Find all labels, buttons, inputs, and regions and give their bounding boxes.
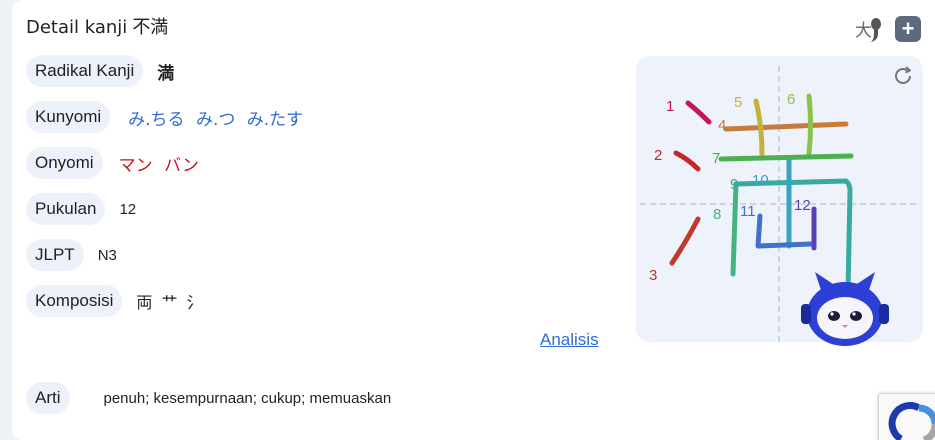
composition-value: 両 艹 氵 bbox=[136, 293, 205, 312]
title-prefix: Detail kanji bbox=[26, 17, 128, 38]
stroke-number-2: 2 bbox=[654, 147, 662, 164]
kunyomi-label: Kunyomi bbox=[26, 101, 111, 133]
stroke-number-8: 8 bbox=[713, 206, 721, 223]
meaning-value: penuh; kesempurnaan; cukup; memuaskan bbox=[103, 389, 392, 407]
stroke-number-4: 4 bbox=[718, 117, 726, 134]
radical-value: 満 bbox=[157, 63, 175, 84]
title-kanji: 不満 bbox=[132, 17, 169, 38]
stroke-number-11: 11 bbox=[740, 203, 756, 220]
replay-icon[interactable] bbox=[891, 64, 915, 88]
add-button[interactable]: + bbox=[895, 16, 921, 42]
strokes-row: Pukulan 12 bbox=[26, 193, 136, 225]
stroke-numbers: 1 2 3 4 5 6 7 8 9 10 11 12 bbox=[649, 91, 811, 284]
recaptcha-icon bbox=[888, 402, 935, 440]
radical-label: Radikal Kanji bbox=[26, 55, 144, 87]
strokes-value: 12 bbox=[119, 200, 137, 218]
page-title: Detail kanji 不満 bbox=[26, 13, 168, 39]
meaning-label: Arti bbox=[26, 382, 70, 414]
robot-mascot-icon[interactable] bbox=[799, 270, 891, 348]
stroke-number-1: 1 bbox=[666, 98, 674, 115]
stroke-number-9: 9 bbox=[730, 176, 738, 193]
jlpt-label: JLPT bbox=[26, 239, 84, 271]
composition-label: Komposisi bbox=[26, 285, 123, 317]
onyomi-label: Onyomi bbox=[26, 147, 103, 179]
strokes-label: Pukulan bbox=[26, 193, 106, 225]
stroke-number-6: 6 bbox=[787, 91, 795, 108]
top-toolbar: 大 + bbox=[855, 14, 921, 44]
stroke-number-5: 5 bbox=[734, 94, 742, 111]
onyomi-row: Onyomi マン バン bbox=[26, 147, 199, 179]
meaning-row: Arti penuh; kesempurnaan; cukup; memuask… bbox=[26, 382, 391, 414]
recaptcha-badge[interactable] bbox=[878, 393, 935, 440]
stroke-number-12: 12 bbox=[794, 197, 811, 214]
composition-row: Komposisi 両 艹 氵 bbox=[26, 285, 205, 317]
kunyomi-value[interactable]: み.ちる み.つ み.たす bbox=[128, 105, 303, 130]
jlpt-value: N3 bbox=[97, 246, 117, 264]
radical-row: Radikal Kanji 満 bbox=[26, 55, 174, 87]
kanji-size-toggle-icon[interactable]: 大 bbox=[855, 14, 885, 44]
stroke-number-10: 10 bbox=[752, 172, 769, 189]
analysis-link[interactable]: Analisis bbox=[540, 330, 599, 350]
stroke-number-7: 7 bbox=[712, 150, 720, 167]
onyomi-value[interactable]: マン バン bbox=[119, 151, 199, 176]
kunyomi-row: Kunyomi み.ちる み.つ み.たす bbox=[26, 101, 303, 133]
stroke-number-3: 3 bbox=[649, 267, 657, 284]
jlpt-row: JLPT N3 bbox=[26, 239, 117, 271]
